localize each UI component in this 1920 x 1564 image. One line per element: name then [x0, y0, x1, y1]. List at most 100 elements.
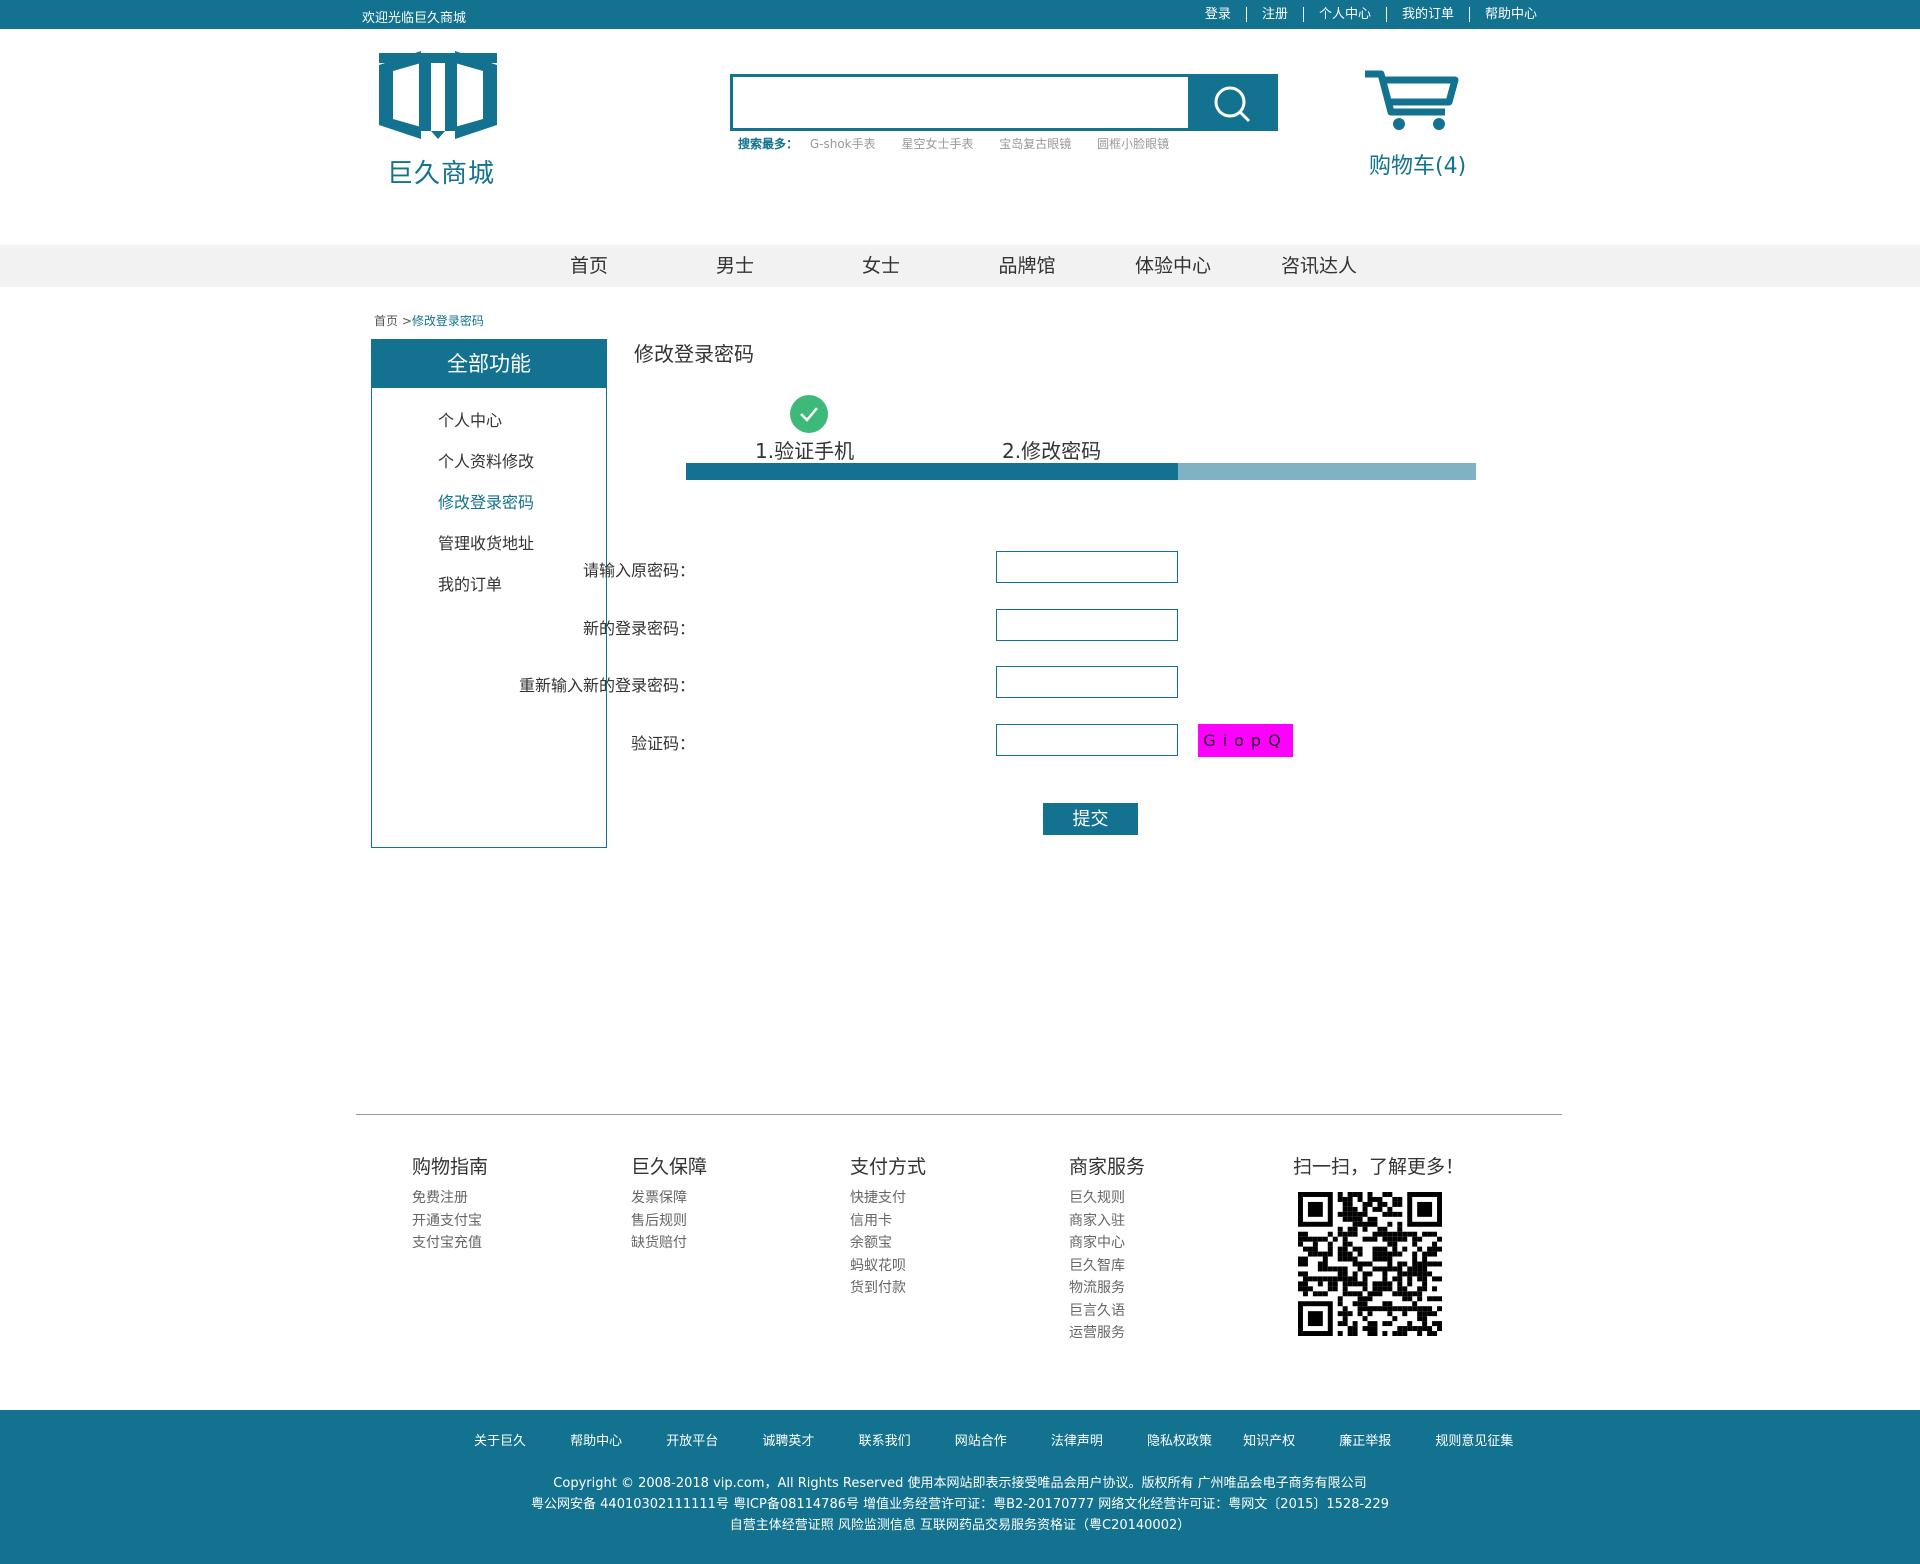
footer-link[interactable]: 开通支付宝 — [412, 1210, 488, 1233]
submit-button[interactable]: 提交 — [1043, 803, 1138, 835]
footer-link[interactable]: 缺货赔付 — [631, 1232, 707, 1255]
breadcrumb-current: 修改登录密码 — [411, 314, 484, 328]
copyright-text: Copyright © 2008-2018 vip.com，All Rights… — [553, 1476, 1367, 1491]
bottom-link[interactable]: 帮助中心 — [570, 1430, 662, 1449]
footer-link[interactable]: 巨言久语 — [1069, 1300, 1145, 1323]
logo-text: 巨久商城 — [387, 159, 496, 189]
page-title: 修改登录密码 — [634, 342, 754, 366]
site-logo[interactable]: 巨久商城 — [375, 49, 501, 189]
new-password-input[interactable] — [996, 609, 1178, 641]
step-progress-fill — [686, 463, 1179, 480]
sidebar-item-change-password[interactable]: 修改登录密码 — [438, 482, 606, 523]
nav-item-home[interactable]: 首页 — [529, 245, 649, 287]
main-nav: 首页 男士 女士 品牌馆 体验中心 咨讯达人 — [0, 245, 1920, 287]
footer-column-shopping-guide: 购物指南 免费注册 开通支付宝 支付宝充值 — [412, 1152, 488, 1255]
captcha-image[interactable]: GiopQ — [1198, 724, 1293, 757]
hot-search-item[interactable]: G-shok手表 — [810, 137, 876, 151]
search-input[interactable] — [733, 77, 1191, 128]
bottom-link[interactable]: 开放平台 — [666, 1430, 758, 1449]
footer-link[interactable]: 物流服务 — [1069, 1277, 1145, 1300]
nav-item-news[interactable]: 咨讯达人 — [1259, 245, 1379, 287]
hot-search-item[interactable]: 宝岛复古眼镜 — [999, 137, 1071, 151]
hot-search-item[interactable]: 星空女士手表 — [901, 137, 973, 151]
bottom-link[interactable]: 网站合作 — [955, 1430, 1047, 1449]
step-verify-phone: 1.验证手机 — [755, 439, 855, 463]
footer-link[interactable]: 蚂蚁花呗 — [850, 1255, 926, 1278]
footer-link[interactable]: 支付宝充值 — [412, 1232, 488, 1255]
old-password-row: 请输入原密码： — [583, 551, 1386, 583]
qr-code-icon — [1298, 1192, 1442, 1336]
step-change-password: 2.修改密码 — [1002, 439, 1102, 463]
bottom-links: 关于巨久 帮助中心 开放平台 诚聘英才 联系我们 网站合作 法律声明 隐私权政策… — [474, 1430, 1527, 1449]
nav-item-women[interactable]: 女士 — [821, 245, 941, 287]
search-button[interactable] — [1188, 77, 1275, 128]
footer-column-title: 巨久保障 — [631, 1156, 708, 1178]
footer-link[interactable]: 商家中心 — [1069, 1232, 1145, 1255]
checkmark-icon — [800, 407, 818, 422]
captcha-row: 验证码： GiopQ — [631, 724, 1386, 757]
footer-link[interactable]: 售后规则 — [631, 1210, 707, 1233]
old-password-label: 请输入原密码： — [582, 561, 695, 580]
nav-item-men[interactable]: 男士 — [675, 245, 795, 287]
bottom-link[interactable]: 廉正举报 — [1339, 1430, 1431, 1449]
my-orders-link[interactable]: 我的订单 — [1385, 7, 1469, 22]
logo-mark-icon — [379, 51, 497, 139]
footer-link[interactable]: 发票保障 — [631, 1187, 707, 1210]
help-center-link[interactable]: 帮助中心 — [1468, 7, 1552, 22]
nav-item-brands[interactable]: 品牌馆 — [967, 245, 1087, 287]
user-center-link[interactable]: 个人中心 — [1302, 7, 1386, 22]
cart-button[interactable]: 购物车(4) — [1363, 68, 1473, 179]
footer-link[interactable]: 商家入驻 — [1069, 1210, 1145, 1233]
breadcrumb-home[interactable]: 首页 — [374, 314, 398, 328]
footer-link[interactable]: 巨久规则 — [1069, 1187, 1145, 1210]
breadcrumb-separator: > — [398, 314, 412, 328]
confirm-password-row: 重新输入新的登录密码： — [519, 666, 1386, 698]
footer-column-merchant: 商家服务 巨久规则 商家入驻 商家中心 巨久智库 物流服务 巨言久语 运营服务 — [1069, 1152, 1145, 1345]
bottom-link[interactable]: 隐私权政策 — [1147, 1430, 1239, 1449]
bottom-link[interactable]: 联系我们 — [859, 1430, 951, 1449]
sidebar-title: 全部功能 — [372, 340, 606, 388]
footer-link[interactable]: 运营服务 — [1069, 1322, 1145, 1345]
hot-search-label: 搜索最多： — [738, 137, 799, 151]
bottom-link[interactable]: 关于巨久 — [474, 1430, 566, 1449]
welcome-text: 欢迎光临巨久商城 — [362, 11, 467, 26]
license-text: 粤公网安备 44010302111111号 粤ICP备08114786号 增值业… — [531, 1497, 1389, 1512]
login-link[interactable]: 登录 — [1190, 7, 1246, 22]
qr-title: 扫一扫，了解更多！ — [1293, 1156, 1465, 1178]
bottom-bar: 关于巨久 帮助中心 开放平台 诚聘英才 联系我们 网站合作 法律声明 隐私权政策… — [0, 1410, 1920, 1564]
new-password-label: 新的登录密码： — [582, 619, 695, 638]
footer-link[interactable]: 巨久智库 — [1069, 1255, 1145, 1278]
footer-link[interactable]: 快捷支付 — [850, 1187, 926, 1210]
bottom-link[interactable]: 知识产权 — [1243, 1430, 1335, 1449]
sidebar: 全部功能 个人中心 个人资料修改 修改登录密码 管理收货地址 我的订单 — [371, 339, 607, 848]
footer-link[interactable]: 免费注册 — [412, 1187, 488, 1210]
footer-column-payment: 支付方式 快捷支付 信用卡 余额宝 蚂蚁花呗 货到付款 — [850, 1152, 926, 1300]
footer-column-title: 支付方式 — [850, 1156, 927, 1178]
footer-link[interactable]: 货到付款 — [850, 1277, 926, 1300]
confirm-password-label: 重新输入新的登录密码： — [518, 676, 695, 695]
bottom-link[interactable]: 规则意见征集 — [1435, 1430, 1527, 1449]
footer-divider — [356, 1114, 1562, 1115]
bottom-link[interactable]: 诚聘英才 — [762, 1430, 854, 1449]
captcha-input[interactable] — [996, 724, 1178, 756]
search-box — [730, 74, 1278, 131]
footer-link[interactable]: 信用卡 — [850, 1210, 926, 1233]
shopping-cart-icon — [1365, 70, 1459, 130]
hot-search-item[interactable]: 圆框小脸眼镜 — [1097, 137, 1169, 151]
confirm-password-input[interactable] — [996, 666, 1178, 698]
hot-searches: 搜索最多： G-shok手表 星空女士手表 宝岛复古眼镜 圆框小脸眼镜 — [738, 135, 1191, 152]
footer-column-title: 购物指南 — [412, 1156, 489, 1178]
footer-link[interactable]: 余额宝 — [850, 1232, 926, 1255]
new-password-row: 新的登录密码： — [583, 609, 1386, 641]
cart-label: 购物车(4) — [1369, 154, 1467, 179]
captcha-label: 验证码： — [630, 734, 695, 753]
sidebar-item-edit-profile[interactable]: 个人资料修改 — [438, 441, 606, 482]
register-link[interactable]: 注册 — [1245, 7, 1303, 22]
bottom-link[interactable]: 法律声明 — [1051, 1430, 1143, 1449]
nav-item-experience[interactable]: 体验中心 — [1113, 245, 1233, 287]
footer-column-title: 商家服务 — [1069, 1156, 1146, 1178]
footer-column-guarantee: 巨久保障 发票保障 售后规则 缺货赔付 — [631, 1152, 707, 1255]
certificates-text: 自营主体经营证照 风险监测信息 互联网药品交易服务资格证（粤C20140002） — [729, 1518, 1191, 1533]
sidebar-item-user-center[interactable]: 个人中心 — [438, 400, 606, 441]
old-password-input[interactable] — [996, 551, 1178, 583]
